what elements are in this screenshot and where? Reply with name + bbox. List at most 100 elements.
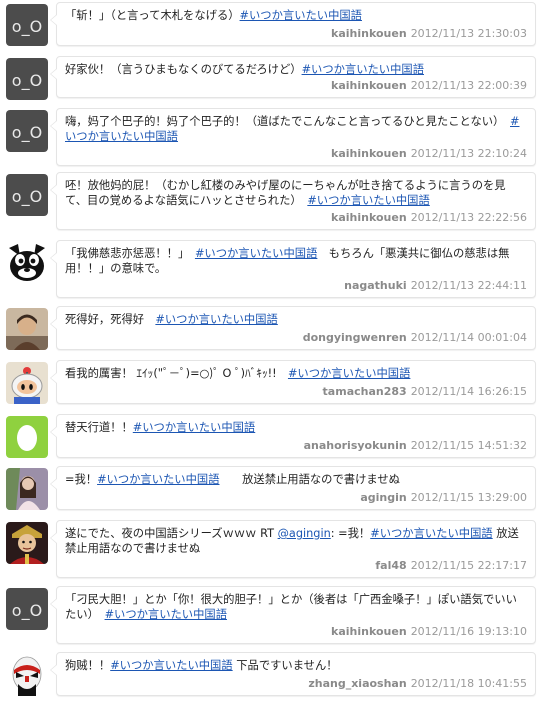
svg-text:o_O: o_O bbox=[12, 187, 42, 207]
tweet-meta: fal48 2012/11/15 22:17:17 bbox=[375, 559, 527, 573]
tweet-bubble: 好家伙！（言うひまもなくのびてるだろけど）#いつか言いたい中国語 kaihink… bbox=[50, 56, 536, 98]
timestamp[interactable]: 2012/11/15 14:51:32 bbox=[411, 439, 527, 452]
tweet-text: 好家伙！（言うひまもなくのびてるだろけど）#いつか言いたい中国語 bbox=[65, 63, 424, 76]
tweet-bubble: 嗨，妈了个巴子的！妈了个巴子的！（道ばたでこんなこと言ってるひと見たことない） … bbox=[50, 108, 536, 166]
timestamp[interactable]: 2012/11/16 19:13:10 bbox=[411, 625, 527, 638]
tweet-meta: dongyingwenren 2012/11/14 00:01:04 bbox=[303, 331, 527, 345]
egg-avatar-icon[interactable] bbox=[6, 416, 48, 458]
cartoon-dog-avatar-icon[interactable] bbox=[6, 242, 48, 284]
tweet-meta: nagathuki 2012/11/13 22:44:11 bbox=[344, 279, 527, 293]
tweet-item: o_O 呸！放他妈的屁！（むかし紅楼のみやげ屋のにーちゃんが吐き捨てるように言う… bbox=[0, 172, 540, 234]
timestamp[interactable]: 2012/11/13 21:30:03 bbox=[411, 27, 527, 40]
tweet-meta: agingin 2012/11/15 13:29:00 bbox=[360, 491, 527, 505]
tweet-bubble: =我！#いつか言いたい中国語 放送禁止用語なので書けませぬ agingin 201… bbox=[50, 466, 536, 510]
username-link[interactable]: kaihinkouen bbox=[331, 211, 407, 224]
timestamp[interactable]: 2012/11/15 13:29:00 bbox=[411, 491, 527, 504]
tweet-text: =我！#いつか言いたい中国語 放送禁止用語なので書けませぬ bbox=[65, 473, 400, 486]
tweet-bubble: 看我的厲害！ ｴｲｯ("ﾟ－ﾟ)=○)ﾟ O ﾟ)ﾊﾞｷｯ!! #いつか言いたい… bbox=[50, 360, 536, 404]
tweet-bubble: 「我佛慈悲亦惩恶！！」 #いつか言いたい中国語 もちろん「悪漢共に御仏の慈悲は無… bbox=[50, 240, 536, 298]
svg-text:o_O: o_O bbox=[12, 71, 42, 91]
tweet-item: o_O 「刁民大胆！」とか「你！很大的胆子！」とか（後者は「广西金嗓子！」ぽい語… bbox=[0, 586, 540, 646]
tweet-bubble: 「斩！」（と言って木札をなげる）#いつか言いたい中国語 kaihinkouen 2… bbox=[50, 2, 536, 46]
hashtag-link[interactable]: #いつか言いたい中国語 bbox=[155, 313, 277, 326]
tweet-meta: zhang_xiaoshan 2012/11/18 10:41:55 bbox=[308, 677, 527, 691]
tweet-meta: tamachan283 2012/11/14 16:26:15 bbox=[323, 385, 527, 399]
timestamp[interactable]: 2012/11/13 22:22:56 bbox=[411, 211, 527, 224]
hashtag-link[interactable]: #いつか言いたい中国語 bbox=[240, 9, 362, 22]
tweet-text: 替天行道！！#いつか言いたい中国語 bbox=[65, 421, 256, 434]
username-link[interactable]: kaihinkouen bbox=[331, 625, 407, 638]
hashtag-link[interactable]: #いつか言いたい中国語 bbox=[97, 473, 219, 486]
hashtag-link[interactable]: #いつか言いたい中国語 bbox=[105, 608, 227, 621]
username-link[interactable]: kaihinkouen bbox=[331, 27, 407, 40]
tweet-text: 「我佛慈悲亦惩恶！！」 #いつか言いたい中国語 もちろん「悪漢共に御仏の慈悲は無… bbox=[65, 247, 510, 275]
tweet-item: 遂にでた、夜の中国語シリーズｗｗｗ RT @agingin: =我！#いつか言い… bbox=[0, 520, 540, 580]
username-link[interactable]: zhang_xiaoshan bbox=[308, 677, 406, 690]
tweet-text: 「斩！」（と言って木札をなげる）#いつか言いたい中国語 bbox=[65, 9, 362, 22]
username-link[interactable]: anahorisyokunin bbox=[304, 439, 407, 452]
default-avatar-icon[interactable]: o_O bbox=[6, 110, 48, 152]
hashtag-link[interactable]: #いつか言いたい中国語 bbox=[370, 527, 492, 540]
timestamp[interactable]: 2012/11/13 22:00:39 bbox=[411, 79, 527, 92]
tweet-meta: anahorisyokunin 2012/11/15 14:51:32 bbox=[304, 439, 527, 453]
tweet-text: 呸！放他妈的屁！（むかし紅楼のみやげ屋のにーちゃんが吐き捨てるように言うのを見て… bbox=[65, 179, 506, 207]
username-link[interactable]: tamachan283 bbox=[323, 385, 407, 398]
tweet-bubble: 死得好，死得好 #いつか言いたい中国語 dongyingwenren 2012/1… bbox=[50, 306, 536, 350]
svg-text:o_O: o_O bbox=[12, 601, 42, 621]
default-avatar-icon[interactable]: o_O bbox=[6, 58, 48, 100]
bomberman-avatar-icon[interactable] bbox=[6, 362, 48, 404]
timestamp[interactable]: 2012/11/13 22:10:24 bbox=[411, 147, 527, 160]
tweet-item: 看我的厲害！ ｴｲｯ("ﾟ－ﾟ)=○)ﾟ O ﾟ)ﾊﾞｷｯ!! #いつか言いたい… bbox=[0, 360, 540, 408]
tweet-item: o_O 好家伙！（言うひまもなくのびてるだろけど）#いつか言いたい中国語 kai… bbox=[0, 56, 540, 104]
hashtag-link[interactable]: #いつか言いたい中国語 bbox=[302, 63, 424, 76]
default-avatar-icon[interactable]: o_O bbox=[6, 174, 48, 216]
tweet-meta: kaihinkouen 2012/11/13 22:22:56 bbox=[331, 211, 527, 225]
tweet-item: 替天行道！！#いつか言いたい中国語 anahorisyokunin 2012/11… bbox=[0, 414, 540, 462]
tweet-text: 「刁民大胆！」とか「你！很大的胆子！」とか（後者は「广西金嗓子！」ぽい語気でいい… bbox=[65, 593, 517, 621]
hashtag-link[interactable]: #いつか言いたい中国語 bbox=[110, 659, 232, 672]
tweet-meta: kaihinkouen 2012/11/13 22:10:24 bbox=[331, 147, 527, 161]
timestamp[interactable]: 2012/11/13 22:44:11 bbox=[411, 279, 527, 292]
tweet-item: 狗贼！！#いつか言いたい中国語 下品ですいません！ zhang_xiaoshan… bbox=[0, 652, 540, 700]
default-avatar-icon[interactable]: o_O bbox=[6, 588, 48, 630]
svg-text:o_O: o_O bbox=[12, 123, 42, 143]
username-link[interactable]: fal48 bbox=[375, 559, 406, 572]
timestamp[interactable]: 2012/11/14 00:01:04 bbox=[411, 331, 527, 344]
hashtag-link[interactable]: #いつか言いたい中国語 bbox=[133, 421, 255, 434]
tweet-item: o_O 嗨，妈了个巴子的！妈了个巴子的！（道ばたでこんなこと言ってるひと見たこと… bbox=[0, 108, 540, 166]
tweet-bubble: 呸！放他妈的屁！（むかし紅楼のみやげ屋のにーちゃんが吐き捨てるように言うのを見て… bbox=[50, 172, 536, 230]
tweet-meta: kaihinkouen 2012/11/13 22:00:39 bbox=[331, 79, 527, 93]
username-link[interactable]: kaihinkouen bbox=[331, 79, 407, 92]
tweet-item: 死得好，死得好 #いつか言いたい中国語 dongyingwenren 2012/1… bbox=[0, 306, 540, 354]
user-photo-avatar-icon[interactable] bbox=[6, 308, 48, 350]
username-link[interactable]: nagathuki bbox=[344, 279, 407, 292]
tweet-text: 死得好，死得好 #いつか言いたい中国語 bbox=[65, 313, 278, 326]
hashtag-link[interactable]: #いつか言いたい中国語 bbox=[288, 367, 410, 380]
tweet-text: 狗贼！！#いつか言いたい中国語 下品ですいません！ bbox=[65, 659, 338, 672]
hashtag-link[interactable]: #いつか言いたい中国語 bbox=[195, 247, 317, 260]
tweet-meta: kaihinkouen 2012/11/16 19:13:10 bbox=[331, 625, 527, 639]
svg-text:o_O: o_O bbox=[12, 17, 42, 37]
tweet-bubble: 狗贼！！#いつか言いたい中国語 下品ですいません！ zhang_xiaoshan… bbox=[50, 652, 536, 696]
username-link[interactable]: dongyingwenren bbox=[303, 331, 407, 344]
timestamp[interactable]: 2012/11/15 22:17:17 bbox=[411, 559, 527, 572]
tweet-item: 「我佛慈悲亦惩恶！！」 #いつか言いたい中国語 もちろん「悪漢共に御仏の慈悲は無… bbox=[0, 240, 540, 300]
opera-mask-avatar-icon[interactable] bbox=[6, 654, 48, 696]
tweet-text: 遂にでた、夜の中国語シリーズｗｗｗ RT @agingin: =我！#いつか言い… bbox=[65, 527, 519, 555]
character-avatar-icon[interactable] bbox=[6, 522, 48, 564]
tweet-text: 嗨，妈了个巴子的！妈了个巴子的！（道ばたでこんなこと言ってるひと見たことない） … bbox=[65, 115, 520, 143]
tweet-meta: kaihinkouen 2012/11/13 21:30:03 bbox=[331, 27, 527, 41]
mention-link[interactable]: @agingin bbox=[278, 527, 331, 540]
timestamp[interactable]: 2012/11/14 16:26:15 bbox=[411, 385, 527, 398]
username-link[interactable]: kaihinkouen bbox=[331, 147, 407, 160]
tweet-bubble: 「刁民大胆！」とか「你！很大的胆子！」とか（後者は「广西金嗓子！」ぽい語気でいい… bbox=[50, 586, 536, 644]
timestamp[interactable]: 2012/11/18 10:41:55 bbox=[411, 677, 527, 690]
username-link[interactable]: agingin bbox=[360, 491, 406, 504]
default-avatar-icon[interactable]: o_O bbox=[6, 4, 48, 46]
user-photo-avatar-icon[interactable] bbox=[6, 468, 48, 510]
hashtag-link[interactable]: #いつか言いたい中国語 bbox=[307, 194, 429, 207]
tweet-item: =我！#いつか言いたい中国語 放送禁止用語なので書けませぬ agingin 201… bbox=[0, 466, 540, 514]
tweet-text: 看我的厲害！ ｴｲｯ("ﾟ－ﾟ)=○)ﾟ O ﾟ)ﾊﾞｷｯ!! #いつか言いたい… bbox=[65, 367, 411, 380]
tweet-bubble: 替天行道！！#いつか言いたい中国語 anahorisyokunin 2012/11… bbox=[50, 414, 536, 458]
tweet-bubble: 遂にでた、夜の中国語シリーズｗｗｗ RT @agingin: =我！#いつか言い… bbox=[50, 520, 536, 578]
